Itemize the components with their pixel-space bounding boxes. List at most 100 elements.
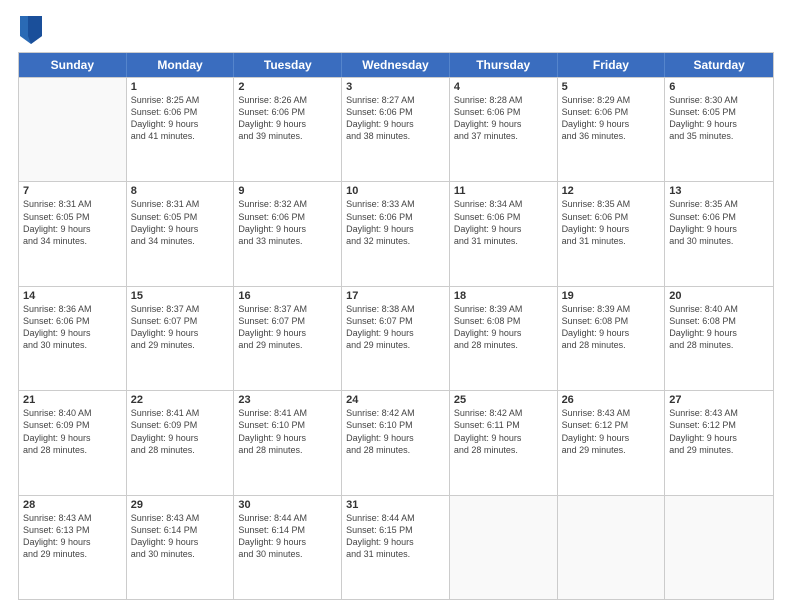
day-number: 23 xyxy=(238,394,337,406)
day-cell-20: 20Sunrise: 8:40 AM Sunset: 6:08 PM Dayli… xyxy=(665,287,773,390)
day-info: Sunrise: 8:35 AM Sunset: 6:06 PM Dayligh… xyxy=(669,198,769,247)
header-day-sunday: Sunday xyxy=(19,53,127,77)
day-number: 9 xyxy=(238,185,337,197)
day-info: Sunrise: 8:36 AM Sunset: 6:06 PM Dayligh… xyxy=(23,303,122,352)
calendar-row-4: 28Sunrise: 8:43 AM Sunset: 6:13 PM Dayli… xyxy=(19,495,773,599)
day-cell-24: 24Sunrise: 8:42 AM Sunset: 6:10 PM Dayli… xyxy=(342,391,450,494)
day-cell-15: 15Sunrise: 8:37 AM Sunset: 6:07 PM Dayli… xyxy=(127,287,235,390)
day-number: 10 xyxy=(346,185,445,197)
day-number: 12 xyxy=(562,185,661,197)
day-info: Sunrise: 8:40 AM Sunset: 6:08 PM Dayligh… xyxy=(669,303,769,352)
day-cell-8: 8Sunrise: 8:31 AM Sunset: 6:05 PM Daylig… xyxy=(127,182,235,285)
day-number: 4 xyxy=(454,81,553,93)
day-cell-17: 17Sunrise: 8:38 AM Sunset: 6:07 PM Dayli… xyxy=(342,287,450,390)
empty-cell xyxy=(558,496,666,599)
day-number: 24 xyxy=(346,394,445,406)
calendar-body: 1Sunrise: 8:25 AM Sunset: 6:06 PM Daylig… xyxy=(19,77,773,599)
day-info: Sunrise: 8:30 AM Sunset: 6:05 PM Dayligh… xyxy=(669,94,769,143)
day-number: 15 xyxy=(131,290,230,302)
day-cell-16: 16Sunrise: 8:37 AM Sunset: 6:07 PM Dayli… xyxy=(234,287,342,390)
day-cell-18: 18Sunrise: 8:39 AM Sunset: 6:08 PM Dayli… xyxy=(450,287,558,390)
day-number: 17 xyxy=(346,290,445,302)
day-number: 21 xyxy=(23,394,122,406)
day-cell-11: 11Sunrise: 8:34 AM Sunset: 6:06 PM Dayli… xyxy=(450,182,558,285)
day-cell-13: 13Sunrise: 8:35 AM Sunset: 6:06 PM Dayli… xyxy=(665,182,773,285)
day-cell-1: 1Sunrise: 8:25 AM Sunset: 6:06 PM Daylig… xyxy=(127,78,235,181)
day-info: Sunrise: 8:28 AM Sunset: 6:06 PM Dayligh… xyxy=(454,94,553,143)
header xyxy=(18,16,774,44)
day-info: Sunrise: 8:41 AM Sunset: 6:10 PM Dayligh… xyxy=(238,407,337,456)
day-info: Sunrise: 8:31 AM Sunset: 6:05 PM Dayligh… xyxy=(131,198,230,247)
day-number: 7 xyxy=(23,185,122,197)
day-info: Sunrise: 8:29 AM Sunset: 6:06 PM Dayligh… xyxy=(562,94,661,143)
header-day-wednesday: Wednesday xyxy=(342,53,450,77)
day-number: 31 xyxy=(346,499,445,511)
day-number: 3 xyxy=(346,81,445,93)
day-info: Sunrise: 8:42 AM Sunset: 6:10 PM Dayligh… xyxy=(346,407,445,456)
day-cell-28: 28Sunrise: 8:43 AM Sunset: 6:13 PM Dayli… xyxy=(19,496,127,599)
day-number: 5 xyxy=(562,81,661,93)
empty-cell xyxy=(665,496,773,599)
day-info: Sunrise: 8:37 AM Sunset: 6:07 PM Dayligh… xyxy=(131,303,230,352)
day-info: Sunrise: 8:43 AM Sunset: 6:13 PM Dayligh… xyxy=(23,512,122,561)
calendar-header: SundayMondayTuesdayWednesdayThursdayFrid… xyxy=(19,53,773,77)
day-number: 6 xyxy=(669,81,769,93)
day-cell-21: 21Sunrise: 8:40 AM Sunset: 6:09 PM Dayli… xyxy=(19,391,127,494)
day-cell-6: 6Sunrise: 8:30 AM Sunset: 6:05 PM Daylig… xyxy=(665,78,773,181)
empty-cell xyxy=(19,78,127,181)
day-number: 30 xyxy=(238,499,337,511)
header-day-thursday: Thursday xyxy=(450,53,558,77)
day-info: Sunrise: 8:33 AM Sunset: 6:06 PM Dayligh… xyxy=(346,198,445,247)
day-number: 2 xyxy=(238,81,337,93)
day-cell-29: 29Sunrise: 8:43 AM Sunset: 6:14 PM Dayli… xyxy=(127,496,235,599)
header-day-monday: Monday xyxy=(127,53,235,77)
day-cell-7: 7Sunrise: 8:31 AM Sunset: 6:05 PM Daylig… xyxy=(19,182,127,285)
day-cell-26: 26Sunrise: 8:43 AM Sunset: 6:12 PM Dayli… xyxy=(558,391,666,494)
logo-icon xyxy=(20,16,42,44)
day-number: 8 xyxy=(131,185,230,197)
day-cell-27: 27Sunrise: 8:43 AM Sunset: 6:12 PM Dayli… xyxy=(665,391,773,494)
day-info: Sunrise: 8:26 AM Sunset: 6:06 PM Dayligh… xyxy=(238,94,337,143)
day-cell-3: 3Sunrise: 8:27 AM Sunset: 6:06 PM Daylig… xyxy=(342,78,450,181)
day-cell-12: 12Sunrise: 8:35 AM Sunset: 6:06 PM Dayli… xyxy=(558,182,666,285)
day-info: Sunrise: 8:41 AM Sunset: 6:09 PM Dayligh… xyxy=(131,407,230,456)
day-info: Sunrise: 8:42 AM Sunset: 6:11 PM Dayligh… xyxy=(454,407,553,456)
day-info: Sunrise: 8:35 AM Sunset: 6:06 PM Dayligh… xyxy=(562,198,661,247)
day-cell-4: 4Sunrise: 8:28 AM Sunset: 6:06 PM Daylig… xyxy=(450,78,558,181)
calendar: SundayMondayTuesdayWednesdayThursdayFrid… xyxy=(18,52,774,600)
day-number: 19 xyxy=(562,290,661,302)
day-info: Sunrise: 8:44 AM Sunset: 6:14 PM Dayligh… xyxy=(238,512,337,561)
day-cell-31: 31Sunrise: 8:44 AM Sunset: 6:15 PM Dayli… xyxy=(342,496,450,599)
day-number: 25 xyxy=(454,394,553,406)
day-info: Sunrise: 8:39 AM Sunset: 6:08 PM Dayligh… xyxy=(454,303,553,352)
page: SundayMondayTuesdayWednesdayThursdayFrid… xyxy=(0,0,792,612)
day-cell-14: 14Sunrise: 8:36 AM Sunset: 6:06 PM Dayli… xyxy=(19,287,127,390)
header-day-tuesday: Tuesday xyxy=(234,53,342,77)
day-number: 13 xyxy=(669,185,769,197)
day-info: Sunrise: 8:37 AM Sunset: 6:07 PM Dayligh… xyxy=(238,303,337,352)
day-number: 18 xyxy=(454,290,553,302)
day-cell-9: 9Sunrise: 8:32 AM Sunset: 6:06 PM Daylig… xyxy=(234,182,342,285)
day-cell-23: 23Sunrise: 8:41 AM Sunset: 6:10 PM Dayli… xyxy=(234,391,342,494)
day-info: Sunrise: 8:32 AM Sunset: 6:06 PM Dayligh… xyxy=(238,198,337,247)
calendar-row-0: 1Sunrise: 8:25 AM Sunset: 6:06 PM Daylig… xyxy=(19,77,773,181)
day-info: Sunrise: 8:43 AM Sunset: 6:12 PM Dayligh… xyxy=(669,407,769,456)
day-cell-5: 5Sunrise: 8:29 AM Sunset: 6:06 PM Daylig… xyxy=(558,78,666,181)
day-number: 20 xyxy=(669,290,769,302)
day-cell-19: 19Sunrise: 8:39 AM Sunset: 6:08 PM Dayli… xyxy=(558,287,666,390)
day-info: Sunrise: 8:39 AM Sunset: 6:08 PM Dayligh… xyxy=(562,303,661,352)
day-cell-30: 30Sunrise: 8:44 AM Sunset: 6:14 PM Dayli… xyxy=(234,496,342,599)
day-number: 28 xyxy=(23,499,122,511)
day-number: 1 xyxy=(131,81,230,93)
day-cell-2: 2Sunrise: 8:26 AM Sunset: 6:06 PM Daylig… xyxy=(234,78,342,181)
day-info: Sunrise: 8:25 AM Sunset: 6:06 PM Dayligh… xyxy=(131,94,230,143)
day-info: Sunrise: 8:27 AM Sunset: 6:06 PM Dayligh… xyxy=(346,94,445,143)
header-day-saturday: Saturday xyxy=(665,53,773,77)
day-info: Sunrise: 8:31 AM Sunset: 6:05 PM Dayligh… xyxy=(23,198,122,247)
day-info: Sunrise: 8:43 AM Sunset: 6:12 PM Dayligh… xyxy=(562,407,661,456)
logo xyxy=(18,20,42,44)
header-day-friday: Friday xyxy=(558,53,666,77)
day-cell-10: 10Sunrise: 8:33 AM Sunset: 6:06 PM Dayli… xyxy=(342,182,450,285)
day-number: 22 xyxy=(131,394,230,406)
calendar-row-2: 14Sunrise: 8:36 AM Sunset: 6:06 PM Dayli… xyxy=(19,286,773,390)
